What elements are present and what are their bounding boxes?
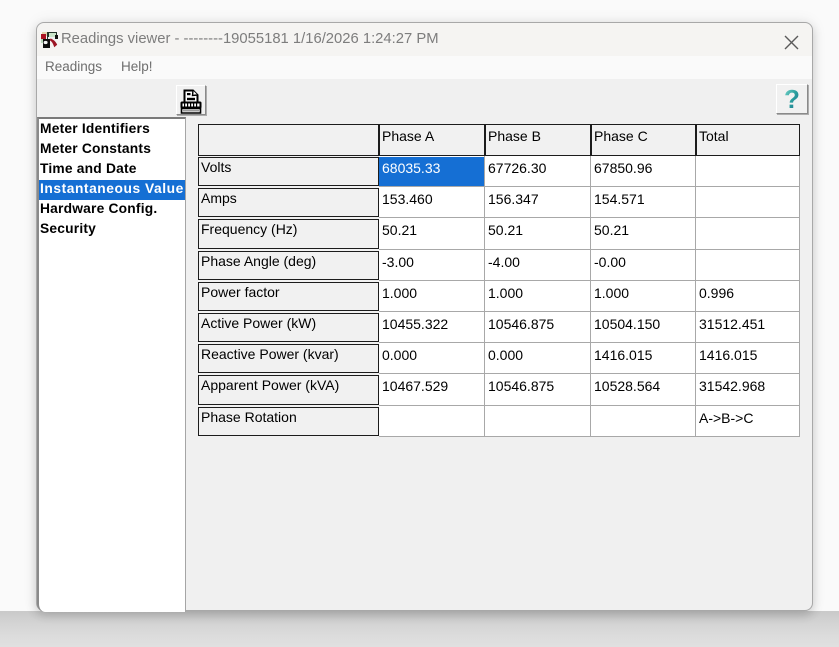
svg-text:?: ? [784, 85, 800, 113]
